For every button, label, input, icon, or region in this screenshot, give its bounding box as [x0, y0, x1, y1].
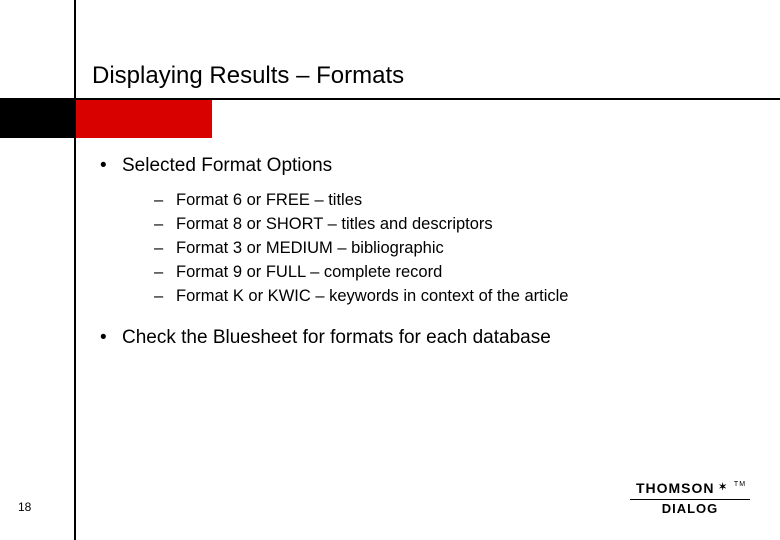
bullet-level1: • Check the Bluesheet for formats for ea…: [100, 327, 720, 349]
dash-icon: –: [154, 213, 176, 237]
dash-icon: –: [154, 285, 176, 309]
decor-black-block: [0, 100, 76, 138]
sub-bullet: – Format 3 or MEDIUM – bibliographic: [154, 237, 720, 261]
dash-icon: –: [154, 189, 176, 213]
trademark-text: TM: [734, 481, 746, 488]
sub-bullet-list: – Format 6 or FREE – titles – Format 8 o…: [154, 189, 720, 309]
logo-top-line: THOMSON ✶ TM: [636, 480, 744, 496]
sub-bullet: – Format 8 or SHORT – titles and descrip…: [154, 213, 720, 237]
sub-bullet-text: Format K or KWIC – keywords in context o…: [176, 285, 568, 309]
sub-bullet-text: Format 8 or SHORT – titles and descripto…: [176, 213, 493, 237]
vertical-rule: [74, 0, 76, 540]
dash-icon: –: [154, 261, 176, 285]
sub-bullet: – Format K or KWIC – keywords in context…: [154, 285, 720, 309]
sub-bullet-text: Format 6 or FREE – titles: [176, 189, 362, 213]
thomson-dialog-logo: THOMSON ✶ TM DIALOG: [630, 480, 750, 516]
sub-bullet: – Format 6 or FREE – titles: [154, 189, 720, 213]
slide-title: Displaying Results – Formats: [92, 62, 404, 90]
bullet-text: Selected Format Options: [122, 155, 332, 177]
sub-bullet: – Format 9 or FULL – complete record: [154, 261, 720, 285]
slide: Displaying Results – Formats • Selected …: [0, 0, 780, 540]
bullet-dot-icon: •: [100, 155, 122, 177]
bullet-dot-icon: •: [100, 327, 122, 349]
bullet-text: Check the Bluesheet for formats for each…: [122, 327, 551, 349]
sub-bullet-text: Format 9 or FULL – complete record: [176, 261, 442, 285]
star-icon: ✶: [719, 482, 728, 493]
bullet-level1: • Selected Format Options: [100, 155, 720, 177]
slide-body: • Selected Format Options – Format 6 or …: [100, 155, 720, 349]
logo-dialog-text: DIALOG: [630, 499, 750, 516]
decor-red-block: [76, 100, 212, 138]
page-number: 18: [18, 500, 31, 514]
logo-thomson-text: THOMSON: [636, 480, 715, 496]
sub-bullet-text: Format 3 or MEDIUM – bibliographic: [176, 237, 444, 261]
dash-icon: –: [154, 237, 176, 261]
